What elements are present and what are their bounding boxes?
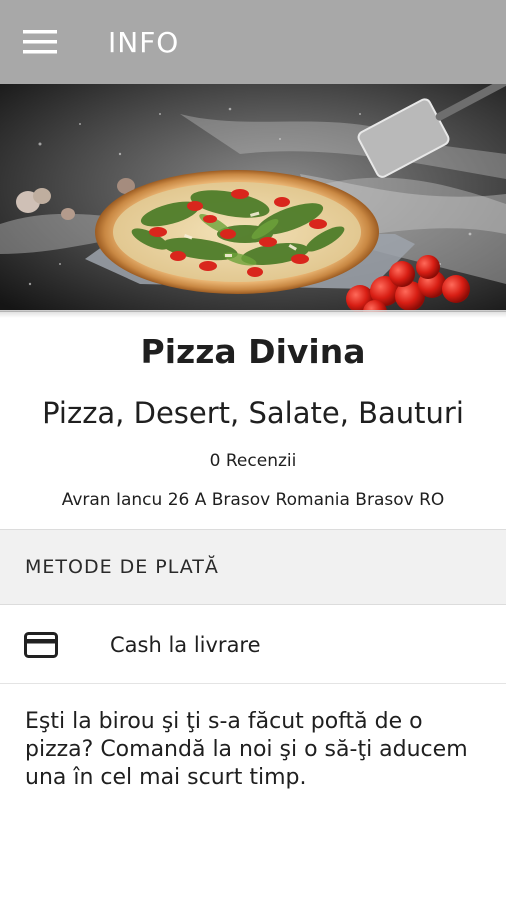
payment-methods-header: METODE DE PLATĂ bbox=[0, 529, 506, 605]
hero-pizza-image bbox=[0, 84, 506, 312]
payment-method-label: Cash la livrare bbox=[110, 632, 261, 657]
restaurant-address: Avran Iancu 26 A Brasov Romania Brasov R… bbox=[61, 490, 445, 510]
hamburger-menu-icon bbox=[23, 30, 57, 54]
credit-card-icon bbox=[24, 631, 58, 658]
restaurant-name: Pizza Divina bbox=[140, 332, 366, 371]
reviews-link[interactable]: 0 Recenzii bbox=[0, 451, 506, 471]
payment-method-item: Cash la livrare bbox=[0, 606, 506, 684]
app-bar: INFO bbox=[0, 0, 506, 84]
menu-button[interactable] bbox=[0, 0, 80, 84]
restaurant-cuisines: Pizza, Desert, Salate, Bauturi bbox=[42, 396, 464, 430]
payment-methods-title: METODE DE PLATĂ bbox=[25, 556, 219, 578]
hero-shadow bbox=[0, 310, 506, 318]
page-title: INFO bbox=[108, 25, 180, 59]
restaurant-description: Eşti la birou şi ţi s-a făcut poftă de o… bbox=[25, 709, 468, 790]
